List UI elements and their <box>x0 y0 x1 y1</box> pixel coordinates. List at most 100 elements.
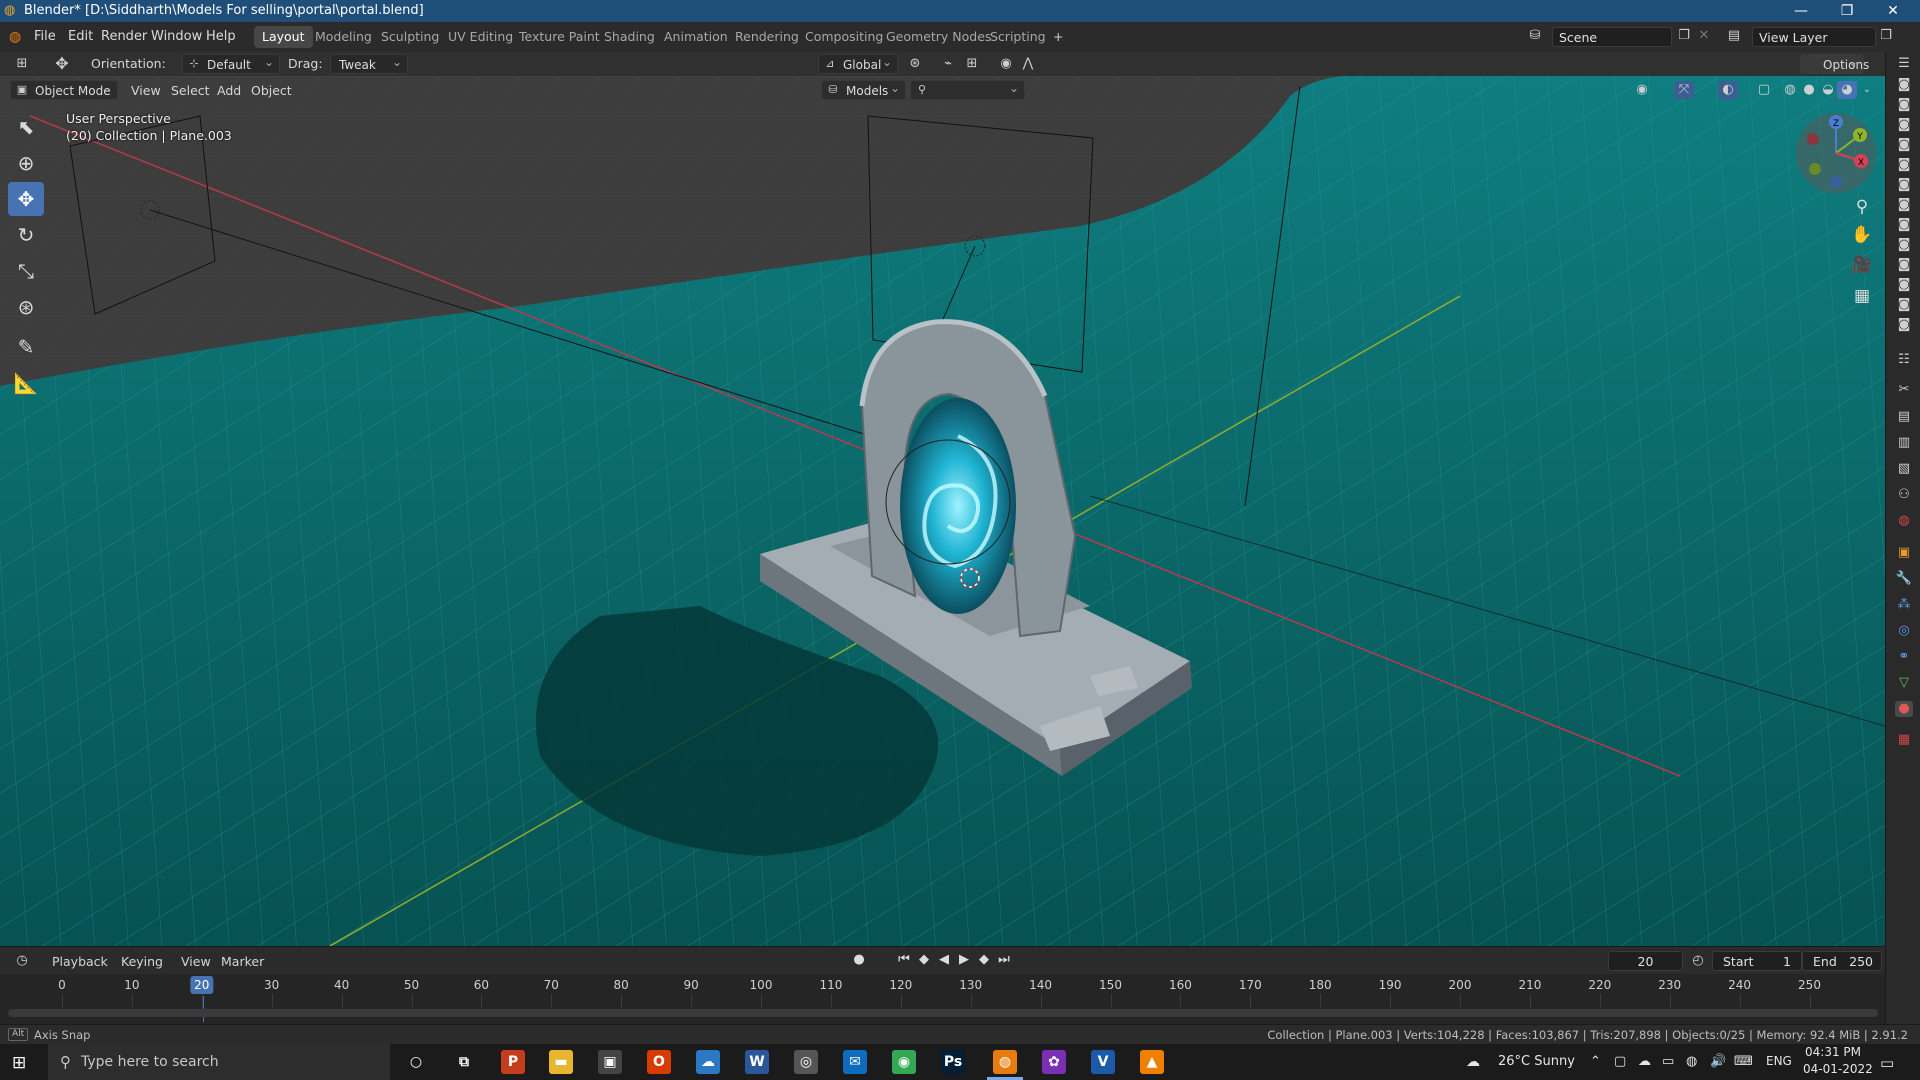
tab-layout[interactable]: Layout <box>254 26 313 48</box>
data-properties-icon[interactable]: ▽ <box>1895 675 1913 691</box>
tab-rendering[interactable]: Rendering <box>727 26 807 48</box>
select-menu[interactable]: Select <box>171 83 210 98</box>
falloff-icon[interactable]: ⋀ <box>1018 55 1038 73</box>
view-menu[interactable]: View <box>131 83 161 98</box>
render-properties-icon[interactable]: ▤ <box>1895 409 1913 425</box>
tab-scripting[interactable]: Scripting <box>982 26 1054 48</box>
store-icon[interactable]: ▣ <box>598 1050 622 1074</box>
view-layer-properties-icon[interactable]: ▧ <box>1895 461 1913 477</box>
timeline-view-menu[interactable]: View <box>181 954 211 969</box>
tab-sculpting[interactable]: Sculpting <box>373 26 447 48</box>
menu-render[interactable]: Render <box>101 29 147 44</box>
visibility-icon[interactable]: ◉ <box>1632 81 1652 99</box>
jump-end-icon[interactable]: ⏭ <box>995 952 1013 967</box>
options-dropdown[interactable]: Options <box>1800 52 1869 74</box>
camera-visibility-icon[interactable]: ◙ <box>1895 177 1913 193</box>
tray-overflow-icon[interactable]: ⌃ <box>1590 1054 1601 1069</box>
menu-file[interactable]: File <box>34 29 56 44</box>
camera-visibility-icon[interactable]: ◙ <box>1895 117 1913 133</box>
camera-visibility-icon[interactable]: ◙ <box>1895 257 1913 273</box>
scale-tool-icon[interactable]: ⤡ <box>8 254 44 288</box>
pivot-point-icon[interactable]: ⊛ <box>905 55 925 73</box>
camera-visibility-icon[interactable]: ◙ <box>1895 317 1913 333</box>
camera-view-icon[interactable]: 🎥 <box>1850 253 1874 277</box>
jump-keyframe-back-icon[interactable]: ◆ <box>915 952 933 967</box>
zoom-icon[interactable]: ⚲ <box>1850 195 1874 219</box>
tab-shading[interactable]: Shading <box>596 26 663 48</box>
object-menu[interactable]: Object <box>251 83 292 98</box>
play-icon[interactable]: ▶ <box>955 952 973 967</box>
transform-tool-icon[interactable]: ⊛ <box>8 290 44 324</box>
object-properties-icon[interactable]: ▣ <box>1895 545 1913 561</box>
tray-app-icon[interactable]: ▢ <box>1614 1054 1626 1069</box>
cursor-tool-icon[interactable]: ⊕ <box>8 146 44 180</box>
measure-tool-icon[interactable]: 📐 <box>8 366 44 400</box>
minimize-button[interactable]: — <box>1778 0 1824 22</box>
chrome-icon[interactable]: ◉ <box>892 1050 916 1074</box>
camera-visibility-icon[interactable]: ◙ <box>1895 197 1913 213</box>
texture-properties-icon[interactable]: ▦ <box>1895 732 1913 748</box>
marker-menu[interactable]: Marker <box>221 954 264 969</box>
blender-menu-icon[interactable]: ◍ <box>9 29 21 45</box>
add-workspace-button[interactable]: + <box>1045 26 1071 48</box>
word-icon[interactable]: W <box>745 1050 769 1074</box>
tab-uv-editing[interactable]: UV Editing <box>440 26 521 48</box>
powerpoint-icon[interactable]: P <box>501 1050 525 1074</box>
onedrive-icon[interactable]: ☁ <box>1638 1054 1651 1069</box>
snap-target-icon[interactable]: ⊞ <box>962 55 982 73</box>
shading-options-icon[interactable]: ⌄ <box>1857 81 1877 99</box>
timeline[interactable]: 0 10 20 30 40 50 60 70 80 90 100 110 120 130 140 150 160… <box>0 974 1885 1024</box>
menu-edit[interactable]: Edit <box>68 29 93 44</box>
camera-visibility-icon[interactable]: ◙ <box>1895 77 1913 93</box>
world-properties-icon[interactable]: ◍ <box>1895 513 1913 529</box>
current-frame-field[interactable]: 20 <box>1608 951 1683 971</box>
scene-browse-icon[interactable]: ⛁ <box>1525 27 1545 45</box>
gizmo-toggle-icon[interactable]: ⤧ <box>1674 81 1694 99</box>
transform-tool-icon[interactable]: ✥ <box>52 55 72 73</box>
pan-hand-icon[interactable]: ✋ <box>1850 223 1874 247</box>
auto-keying-icon[interactable]: ● <box>850 952 868 967</box>
drag-dropdown[interactable]: Tweak <box>330 52 408 74</box>
xray-icon[interactable]: ▢ <box>1754 81 1774 99</box>
properties-editor-icon[interactable]: ☷ <box>1895 352 1913 368</box>
rendered-shading-icon[interactable]: ◕ <box>1837 81 1857 99</box>
weather-icon[interactable]: ☁ <box>1466 1054 1480 1070</box>
play-reverse-icon[interactable]: ◀ <box>935 952 953 967</box>
clock-date[interactable]: 04-01-2022 <box>1803 1062 1873 1076</box>
playback-menu[interactable]: Playback <box>52 954 108 969</box>
timeline-scrollbar[interactable] <box>8 1009 1878 1017</box>
modifier-properties-icon[interactable]: 🔧 <box>1895 571 1913 587</box>
network-icon[interactable]: ◍ <box>1686 1054 1697 1069</box>
menu-help[interactable]: Help <box>206 29 236 44</box>
keying-menu[interactable]: Keying <box>121 954 163 969</box>
close-button[interactable]: ✕ <box>1870 0 1916 22</box>
snap-icon[interactable]: ⌁ <box>938 55 958 73</box>
stopwatch-icon[interactable]: ◴ <box>1688 952 1708 970</box>
3d-viewport[interactable]: Object Mode ▣ View Select Add Object Mod… <box>0 76 1885 946</box>
maximize-button[interactable]: ❐ <box>1824 0 1870 22</box>
scene-properties-icon[interactable]: ⚇ <box>1895 487 1913 503</box>
menu-window[interactable]: Window <box>151 29 202 44</box>
tool-properties-icon[interactable]: ✂ <box>1895 382 1913 398</box>
vector-icon[interactable]: V <box>1091 1050 1115 1074</box>
tab-animation[interactable]: Animation <box>656 26 736 48</box>
battery-icon[interactable]: ▭ <box>1662 1054 1674 1069</box>
app-icon[interactable]: ◎ <box>794 1050 818 1074</box>
overlays-icon[interactable]: ◐ <box>1718 81 1738 99</box>
cortana-icon[interactable]: ○ <box>404 1050 428 1074</box>
language-indicator[interactable]: ENG <box>1766 1054 1792 1068</box>
select-box-tool-icon[interactable]: ⬉ <box>8 110 44 144</box>
jump-start-icon[interactable]: ⏮ <box>895 952 913 967</box>
constraints-properties-icon[interactable]: ⚭ <box>1895 649 1913 665</box>
jump-keyframe-forward-icon[interactable]: ◆ <box>975 952 993 967</box>
photoshop-icon[interactable]: Ps <box>941 1050 965 1074</box>
navigation-gizmo[interactable]: Z Y X <box>1795 112 1877 194</box>
office-icon[interactable]: O <box>647 1050 671 1074</box>
tab-modeling[interactable]: Modeling <box>307 26 380 48</box>
new-scene-icon[interactable]: ❐ <box>1674 27 1694 45</box>
camera-visibility-icon[interactable]: ◙ <box>1895 157 1913 173</box>
scene-name-field[interactable]: Scene <box>1552 27 1672 47</box>
output-properties-icon[interactable]: ▥ <box>1895 435 1913 451</box>
tab-texture-paint[interactable]: Texture Paint <box>511 26 608 48</box>
outliner-icon[interactable]: ☰ <box>1895 56 1913 72</box>
